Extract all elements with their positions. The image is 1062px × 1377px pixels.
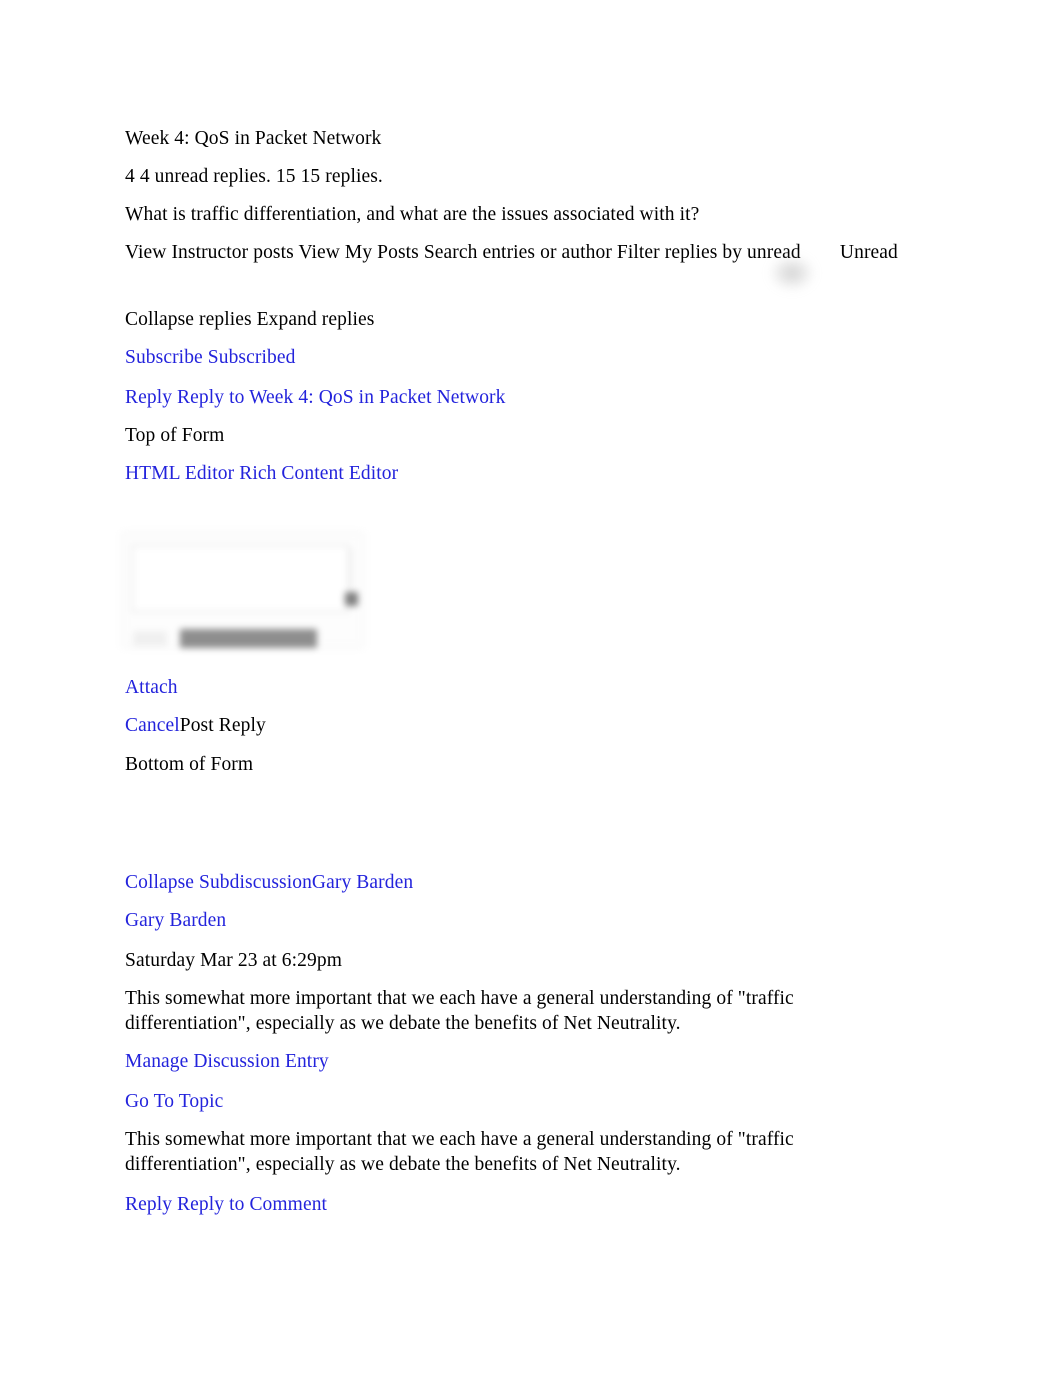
page-title: Week 4: QoS in Packet Network <box>125 128 382 149</box>
reply-to-topic-link[interactable]: Reply Reply to Week 4: QoS in Packet Net… <box>125 385 506 410</box>
manage-discussion-entry-link[interactable]: Manage Discussion Entry <box>125 1049 329 1074</box>
editor-status-bar <box>180 629 317 648</box>
editor-frame <box>122 532 364 648</box>
editor-status-ghost <box>133 631 167 646</box>
entry-message-repeat: This somewhat more important that we eac… <box>125 1129 794 1175</box>
post-reply-button[interactable]: Post Reply <box>180 715 266 736</box>
reply-body-input[interactable] <box>132 545 349 612</box>
collapse-subdiscussion-link[interactable]: Collapse SubdiscussionGary Barden <box>125 870 413 895</box>
collapse-expand-replies[interactable]: Collapse replies Expand replies <box>125 307 375 332</box>
top-of-form-marker: Top of Form <box>125 425 225 446</box>
editor-resize-handle[interactable] <box>345 592 358 606</box>
entry-author-link[interactable]: Gary Barden <box>125 908 226 933</box>
topic-prompt: What is traffic differentiation, and wha… <box>125 204 700 225</box>
editor-scrollbar[interactable] <box>349 549 352 589</box>
entry-message: This somewhat more important that we eac… <box>125 988 794 1034</box>
cancel-button[interactable]: Cancel <box>125 715 180 736</box>
attach-button[interactable]: Attach <box>125 675 178 700</box>
editor-mode-toggle[interactable]: HTML Editor Rich Content Editor <box>125 461 398 486</box>
form-actions: CancelPost Reply <box>125 713 266 738</box>
reply-to-comment-link[interactable]: Reply Reply to Comment <box>125 1192 327 1217</box>
discussion-page: Week 4: QoS in Packet Network 4 4 unread… <box>0 0 1062 1377</box>
go-to-topic-link[interactable]: Go To Topic <box>125 1089 223 1114</box>
entry-timestamp: Saturday Mar 23 at 6:29pm <box>125 950 342 971</box>
rich-content-editor[interactable] <box>118 524 370 654</box>
bottom-of-form-marker: Bottom of Form <box>125 754 254 775</box>
reply-counts: 4 4 unread replies. 15 15 replies. <box>125 166 383 187</box>
blurred-toggle-icon <box>770 256 814 290</box>
subscribe-toggle[interactable]: Subscribe Subscribed <box>125 345 295 370</box>
